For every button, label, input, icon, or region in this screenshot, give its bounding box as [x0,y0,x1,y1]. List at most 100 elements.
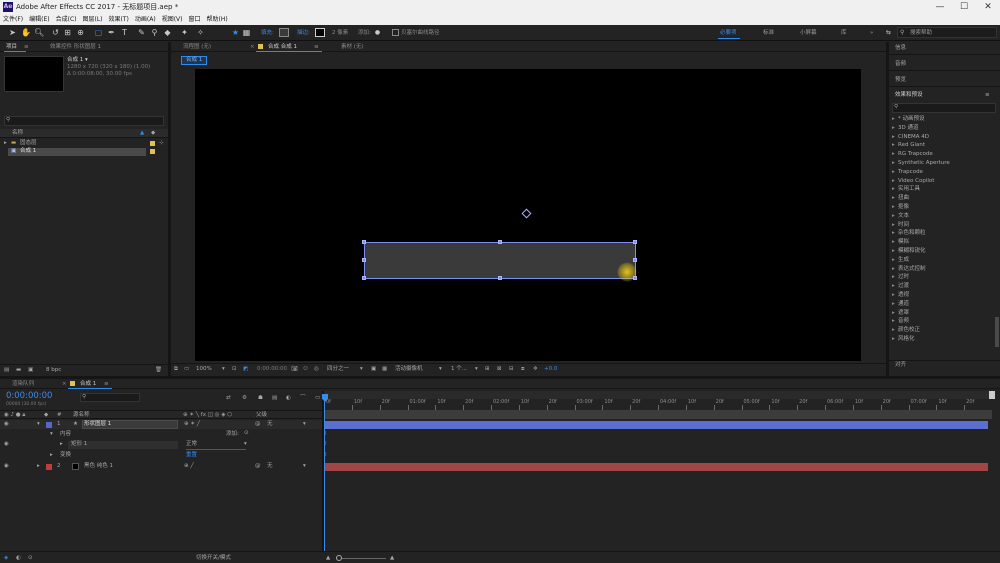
views-value[interactable]: 1 个... [451,366,467,373]
color-channel-icon[interactable]: ◎ [314,366,319,373]
roi-icon[interactable]: ▣ [371,366,376,373]
expand-arrow-icon[interactable]: ▸ [892,266,895,273]
zoom-in-icon[interactable]: ▲ [390,555,394,562]
camera-chevron-icon[interactable]: ▾ [439,366,442,373]
col-parent[interactable]: 父级 [256,412,267,419]
search-help-input[interactable]: 搜索帮助 [897,27,997,38]
handle-tr[interactable] [633,240,637,244]
effects-search-input[interactable] [892,103,996,113]
tab-close-icon[interactable]: × [250,43,255,51]
new-folder-icon[interactable]: ▬ [16,367,21,374]
effect-category[interactable]: CINEMA 4D [898,134,929,141]
contents-arrow-icon[interactable]: ▾ [50,431,53,438]
effect-category[interactable]: RG Trapcode [898,151,933,158]
zoom-value[interactable]: 100% [196,366,212,373]
toggle-pixel-icon[interactable]: ⊞ [485,366,490,373]
effect-category[interactable]: Synthetic Aperture [898,160,950,167]
collapse-arrow-icon[interactable]: ▾ [37,421,40,428]
transform-reset-link[interactable]: 重置 [186,452,197,459]
time-ruler[interactable]: 0f 10f 20f 01:00f 10f 20f 02:00f 10f 20f 03:00f 10… [324,399,992,410]
expand-arrow-icon[interactable]: ▸ [892,125,895,132]
maximize-icon[interactable]: ☐ [952,0,976,14]
menu-view[interactable]: 视图(V) [159,14,186,25]
grid-icon[interactable]: ▦ [242,28,251,37]
graph-editor-icon[interactable]: ⌒ [300,395,306,402]
menu-edit[interactable]: 编辑(E) [26,14,52,25]
timeline-icon[interactable]: ⊟ [509,366,514,373]
section-preview[interactable]: 预览 [895,77,906,84]
zoom-slider-thumb[interactable] [336,555,342,561]
clone-stamp-tool-icon[interactable]: ⚲ [150,28,159,37]
expand-arrow-icon[interactable]: ▸ [892,134,895,141]
pickwhip-icon[interactable]: @ [255,421,261,428]
shape-rectangle[interactable] [364,242,636,279]
menu-help[interactable]: 帮助(H) [204,14,231,25]
puppet-tool-icon[interactable]: ✧ [196,28,205,37]
shy-icon[interactable]: ☗ [258,395,263,402]
comp-tab-menu-icon[interactable]: ≡ [314,43,319,51]
in-out-icon[interactable]: ⊙ [28,555,33,562]
draft-3d-icon[interactable]: ⚙ [242,395,247,402]
exposure-value[interactable]: +0.0 [544,366,557,373]
camera-value[interactable]: 活动摄像机 [395,366,423,373]
toggle-switches-modes[interactable]: 切换开关/模式 [196,555,231,562]
effect-category[interactable]: 生成 [898,257,909,264]
expand-arrow-icon[interactable]: ▸ [892,292,895,299]
tab-flowchart[interactable]: 流程图 (无) [183,43,211,51]
col-source-name[interactable]: 源名称 [73,412,90,419]
effect-category[interactable]: 透视 [898,292,909,299]
effect-category[interactable]: 模糊和锐化 [898,248,926,255]
minimize-icon[interactable]: — [928,0,952,14]
views-chevron-icon[interactable]: ▾ [475,366,478,373]
tab-menu-icon[interactable]: ≡ [24,43,29,51]
handle-tc[interactable] [498,240,502,244]
effect-category[interactable]: Trapcode [898,169,923,176]
effect-category[interactable]: 音频 [898,318,909,325]
rotate-tool-icon[interactable]: ↺ [51,28,60,37]
handle-ml[interactable] [362,258,366,262]
stroke-width-value[interactable]: 2 像素 [332,29,348,37]
resolution-value[interactable]: 四分之一 [327,366,349,373]
type-tool-icon[interactable]: T [120,28,129,37]
layer-1-duration-bar[interactable] [325,421,988,429]
tab-composition[interactable]: 合成 合成 1 [268,43,297,51]
right-panel-scrollbar[interactable] [995,317,999,347]
always-preview-icon[interactable]: ⧉ [174,366,178,373]
menu-animation[interactable]: 动画(A) [132,14,159,25]
rect-arrow-icon[interactable]: ▸ [60,441,63,448]
expand-arrow-icon[interactable]: ▸ [892,283,895,290]
zoom-tool-icon[interactable]: 🔍︎ [34,28,44,37]
layer-row-2[interactable]: ◉ ▸ 2 黑色 纯色 1 ⊕ ╱ @ 无 ▾ [0,462,322,471]
trash-icon[interactable]: 🗑︎ [155,367,162,374]
effect-category[interactable]: 时间 [898,222,909,229]
layer-switches-icon[interactable]: ◈ [4,555,8,562]
expand-arrow-icon[interactable]: ▸ [892,151,895,158]
zoom-slider-track[interactable] [336,558,386,559]
hand-tool-icon[interactable]: ✋ [21,28,31,37]
effect-category[interactable]: 杂色和颗粒 [898,230,926,237]
layer-2-name[interactable]: 黑色 纯色 1 [84,463,113,470]
effect-category[interactable]: 实用工具 [898,186,920,193]
rectangle-tool-icon[interactable]: ▢ [94,28,103,37]
expand-arrow-icon[interactable]: ▸ [892,169,895,176]
frame-blending-icon[interactable]: ▤ [272,395,277,402]
col-name-header[interactable]: 名称 [12,130,23,137]
eye-icon[interactable]: ◉ [4,463,9,470]
expand-arrow-icon[interactable]: ▸ [892,222,895,229]
expand-arrow-icon[interactable]: ▸ [892,336,895,343]
effect-category[interactable]: 抠像 [898,204,909,211]
eye-icon[interactable]: ◉ [4,421,9,428]
expand-arrow-icon[interactable]: ▸ [892,310,895,317]
menu-file[interactable]: 文件(F) [0,14,26,25]
layer-1-label-color[interactable] [46,422,52,428]
sync-icon[interactable]: ⇆ [884,28,893,37]
exposure-icon[interactable]: ✲ [533,366,538,373]
section-align[interactable]: 对齐 [895,362,906,369]
folder-arrow-icon[interactable]: ▸ [4,140,7,147]
zoom-chevron-icon[interactable]: ▾ [222,366,225,373]
effect-category[interactable]: 遮罩 [898,310,909,317]
pen-tool-icon[interactable]: ✒ [107,28,116,37]
expand-arrow-icon[interactable]: ▸ [892,160,895,167]
timeline-tab-close-icon[interactable]: × [62,380,67,388]
expand-arrow-icon[interactable]: ▸ [37,463,40,470]
